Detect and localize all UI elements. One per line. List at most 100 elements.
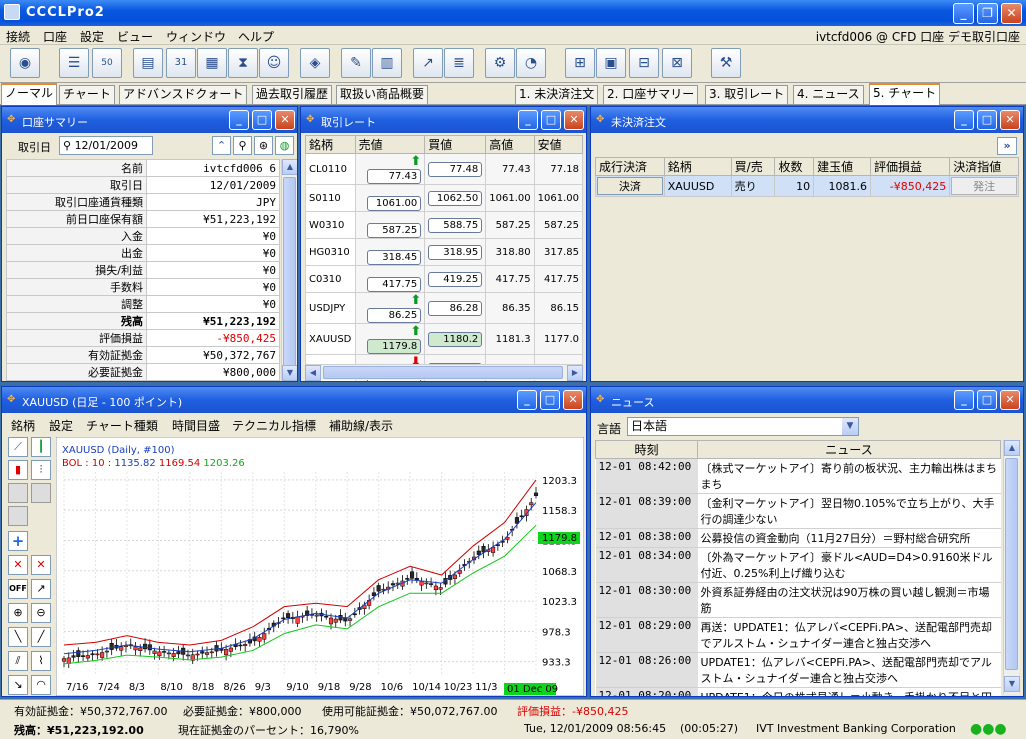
broadcast-icon[interactable]: ◔ [516, 48, 546, 78]
bid-cell[interactable]: 1061.00 [354, 184, 426, 212]
network-icon[interactable]: ⚙ [485, 48, 515, 78]
panel-maximize-button[interactable]: □ [541, 110, 561, 130]
bid-cell[interactable]: 587.25 [354, 211, 426, 239]
menu-help[interactable]: ヘルプ [238, 28, 274, 45]
zoom-in-icon[interactable]: ⊕ [8, 603, 28, 623]
candlestick-icon[interactable]: ▮ [8, 460, 28, 480]
scroll-up-icon[interactable]: ▲ [1004, 440, 1020, 456]
channel-icon[interactable]: ⫽ [8, 651, 28, 671]
scroll-thumb[interactable] [323, 366, 563, 379]
maximize-button[interactable]: ❐ [977, 3, 998, 24]
news-row[interactable]: 12-01 08:26:00 UPDATE1：仏アレバ<CEPFi.PA>、送配電… [595, 652, 1001, 688]
panel-minimize-button[interactable]: _ [229, 110, 249, 130]
chevron-down-icon[interactable]: ▼ [842, 418, 858, 435]
language-select[interactable]: 日本語 ▼ [627, 417, 859, 436]
rates-header[interactable]: 銘柄 [305, 135, 356, 154]
price-chart[interactable]: 1203.31158.31113.31068.31023.3978.3933.3… [56, 437, 584, 696]
chart-menu-indicators[interactable]: テクニカル指標 [232, 417, 316, 434]
news-row[interactable]: 12-01 08:42:00 〔株式マーケットアイ〕寄り前の板状況、主力輸出株はま… [595, 458, 1001, 494]
panel-maximize-button[interactable]: □ [252, 110, 272, 130]
panel-minimize-button[interactable]: _ [517, 390, 537, 410]
refresh-icon[interactable]: ◍ [275, 136, 294, 155]
line-chart-icon[interactable]: ⟋ [8, 437, 28, 457]
panel-minimize-button[interactable]: _ [518, 110, 538, 130]
search-icon[interactable]: ⚲ [233, 136, 252, 155]
bid-button[interactable]: 587.25 [367, 223, 422, 238]
dialog-icon[interactable]: ◈ [300, 48, 330, 78]
collapse-icon[interactable]: ⌃ [212, 136, 231, 155]
bar-chart-icon[interactable]: ┃ [31, 437, 51, 457]
ask-button[interactable]: 1062.50 [428, 190, 483, 206]
ask-button[interactable]: 588.75 [428, 217, 483, 233]
panel-maximize-button[interactable]: □ [540, 390, 560, 410]
scroll-left-icon[interactable]: ◀ [305, 365, 321, 381]
table-icon[interactable]: ▥ [372, 48, 402, 78]
order-row[interactable]: 決済 XAUUSD 売り 10 1081.6 -¥850,425 発注 [595, 175, 1019, 197]
ray-icon[interactable]: ╱ [31, 627, 51, 647]
rate-board-icon[interactable]: 50 [92, 48, 122, 78]
tab-products[interactable]: 取扱い商品概要 [336, 85, 429, 104]
bid-button[interactable]: 318.45 [367, 250, 422, 265]
panel-close-button[interactable]: ✕ [275, 110, 295, 130]
close-button[interactable]: ✕ [1001, 3, 1022, 24]
tab-normal[interactable]: ノーマル [1, 83, 58, 105]
bid-button[interactable]: 417.75 [367, 277, 422, 292]
chart-menu-timescale[interactable]: 時間目盛 [172, 417, 220, 434]
scroll-down-icon[interactable]: ▼ [282, 365, 297, 381]
tab-chart[interactable]: チャート [59, 85, 115, 104]
report-icon[interactable]: ≣ [444, 48, 474, 78]
orders-header[interactable]: 決済指値 [949, 157, 1019, 176]
tools-icon[interactable]: ✎ [341, 48, 371, 78]
panel-minimize-button[interactable]: _ [954, 110, 974, 130]
news-headline[interactable]: UPDATE1：仏アレバ<CEPFi.PA>、送配電部門売却でアルストム・シュナ… [697, 652, 1001, 688]
hourglass-icon[interactable]: ⧗ [228, 48, 258, 78]
date-picker[interactable]: ⚲ 12/01/2009 [59, 136, 153, 155]
layout-grid-icon[interactable]: ⊞ [565, 48, 595, 78]
scroll-thumb[interactable] [283, 177, 296, 367]
tab-trade-history[interactable]: 過去取引履歴 [252, 85, 333, 104]
zoom-out-icon[interactable]: ⊖ [31, 603, 51, 623]
summary-scrollbar[interactable]: ▲ ▼ [281, 159, 297, 381]
menu-connect[interactable]: 接続 [6, 28, 30, 45]
pointer-icon[interactable]: ↗ [31, 579, 51, 599]
news-row[interactable]: 12-01 08:34:00 〔外為マーケットアイ〕豪ドル<AUD=D4>0.91… [595, 547, 1001, 583]
news-row[interactable]: 12-01 08:38:00 公募投信の資金動向（11月27日分）＝野村総合研究所 [595, 528, 1001, 548]
bid-cell[interactable]: 417.75 [354, 265, 426, 293]
bid-cell[interactable]: 318.45 [354, 238, 426, 266]
find-icon[interactable]: ⊛ [254, 136, 273, 155]
rates-header[interactable]: 安値 [533, 135, 584, 154]
rates-header[interactable]: 売値 [354, 135, 426, 154]
close-position-button[interactable]: 決済 [597, 177, 663, 195]
menu-window[interactable]: ウィンドウ [166, 28, 226, 45]
orders-header[interactable]: 買/売 [730, 157, 776, 176]
scroll-down-icon[interactable]: ▼ [1004, 676, 1020, 692]
panel-maximize-button[interactable]: □ [977, 110, 997, 130]
scroll-up-icon[interactable]: ▲ [282, 159, 297, 175]
news-headline[interactable]: 〔外為マーケットアイ〕豪ドル<AUD=D4>0.9160米ドル付近、0.25%利… [697, 547, 1001, 583]
panel-close-button[interactable]: ✕ [1000, 390, 1020, 410]
window-icon[interactable]: ▣ [596, 48, 626, 78]
panel-close-button[interactable]: ✕ [563, 390, 583, 410]
ask-cell[interactable]: 318.95 [424, 238, 487, 266]
menu-account[interactable]: 口座 [43, 28, 67, 45]
ask-cell[interactable]: 86.28 [424, 292, 487, 324]
bid-cell[interactable]: ⬆77.43 [354, 153, 426, 185]
news-headline[interactable]: 再送：UPDATE1：仏アレバ<CEPFi.PA>、送配電部門売却でアルストム・… [697, 617, 1001, 653]
panel-close-button[interactable]: ✕ [564, 110, 584, 130]
orders-header[interactable]: 銘柄 [663, 157, 732, 176]
bid-button[interactable]: 86.25 [367, 308, 422, 323]
orders-header[interactable]: 成行決済 [595, 157, 665, 176]
news-headline[interactable]: 外資系証券経由の注文状況は90万株の買い越し観測＝市場筋 [697, 582, 1001, 618]
news-row[interactable]: 12-01 08:39:00 〔金利マーケットアイ〕翌日物0.105%で立ち上がり… [595, 493, 1001, 529]
bid-cell[interactable]: ⬆1179.8 [354, 323, 426, 355]
delete-icon[interactable]: ✕ [8, 555, 28, 575]
book-icon[interactable]: ▤ [133, 48, 163, 78]
delete-all-icon[interactable]: ✕ [31, 555, 51, 575]
fib-icon[interactable]: ⌇ [31, 651, 51, 671]
off-icon[interactable]: OFF [8, 579, 28, 599]
rates-hscrollbar[interactable]: ◀ ▶ [305, 364, 583, 381]
tab-account-summary[interactable]: 2. 口座サマリー [603, 85, 699, 104]
ask-button[interactable]: 419.25 [428, 271, 483, 287]
connect-icon[interactable]: ◉ [10, 48, 40, 78]
window-close-icon[interactable]: ⊠ [662, 48, 692, 78]
